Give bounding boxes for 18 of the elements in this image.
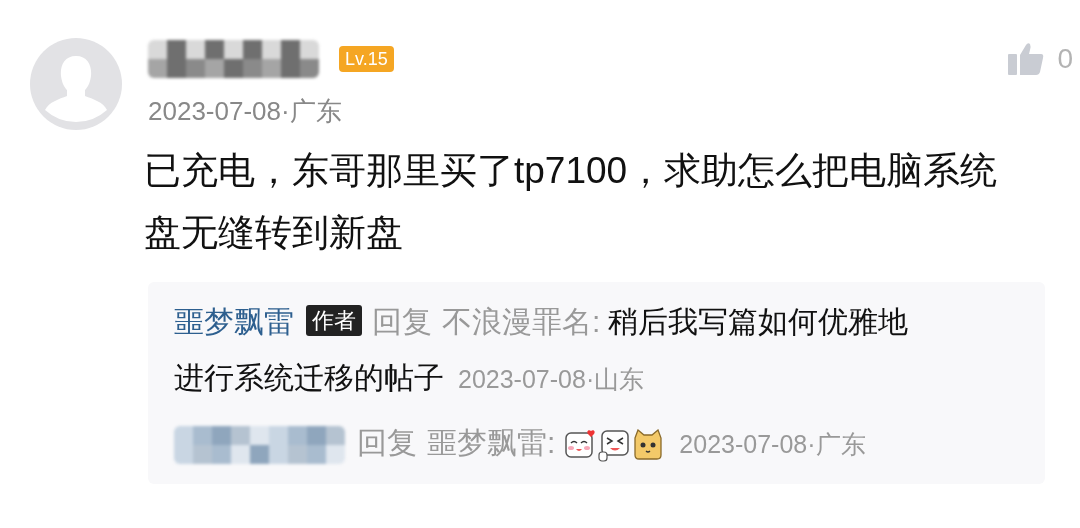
reply-text: 稍后我写篇如何优雅地	[608, 305, 909, 338]
level-badge: Lv.15	[339, 46, 394, 72]
reply-text: 进行系统迁移的帖子	[174, 361, 444, 394]
comment-text: 已充电，东哥那里买了tp7100，求助怎么把电脑系统盘无缝转到新盘	[144, 149, 999, 255]
like-count: 0	[1057, 42, 1073, 76]
avatar-icon[interactable]	[30, 38, 122, 130]
laughing-face-icon	[598, 428, 631, 463]
reply-date: 2023-07-08·广东	[679, 430, 866, 458]
reply-author[interactable]: 噩梦飘雷	[174, 305, 294, 338]
thumbs-up-icon[interactable]	[1007, 42, 1046, 76]
reply-target[interactable]: 不浪漫罪名:	[442, 305, 601, 338]
reply-target[interactable]: 噩梦飘雷:	[427, 426, 556, 459]
comment-date: 2023-07-08·广东	[148, 95, 343, 128]
cat-face-icon	[632, 429, 665, 462]
reply-label: 回复	[357, 426, 417, 459]
reply-label: 回复	[372, 305, 432, 338]
reply-date: 2023-07-08·山东	[458, 365, 645, 393]
author-badge: 作者	[306, 305, 362, 336]
